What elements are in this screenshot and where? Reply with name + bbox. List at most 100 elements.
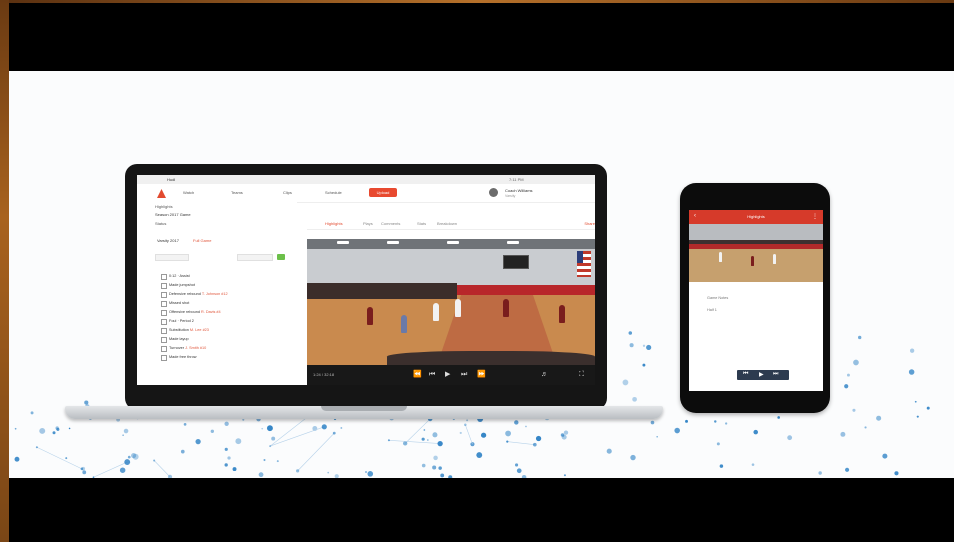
network-dot [535,435,542,442]
nav-item-clips[interactable]: Clips [283,190,292,195]
fullscreen-icon[interactable]: ⛶ [579,371,584,379]
tab-highlights[interactable]: Highlights [325,221,343,226]
tab-plays[interactable]: Plays [363,221,373,226]
list-item[interactable]: Made jumpshot [137,281,297,290]
network-dot [263,458,266,462]
event-label: Missed shot [169,301,190,305]
list-item[interactable]: Turnover J. Smith #10 [137,344,297,353]
share-icon[interactable]: ⋮ [812,213,818,220]
volume-icon[interactable]: ♬ [541,371,548,379]
network-link [404,418,431,444]
event-player-link[interactable]: T. Johnson #12 [202,292,228,296]
network-dot [845,467,850,472]
phone-screen: ‹ Highlights ⋮ Game Notes Half 1 ⏮ ▶ ⏭ [689,210,823,391]
list-item[interactable]: Foul · Period 2 [137,317,297,326]
event-subtitle[interactable]: Full Game [193,238,211,243]
list-item[interactable]: Made free throw [137,353,297,362]
event-player-link[interactable]: M. Lee #23 [190,328,209,332]
laptop-screen: Hudl 7:11 PM Watch Teams Clips Schedule … [137,175,595,385]
nav-item-schedule[interactable]: Schedule [325,190,342,195]
phone-line: Game Notes [707,296,729,300]
network-dot [127,455,131,459]
list-item[interactable]: Missed shot [137,299,297,308]
add-event-button[interactable] [277,254,285,260]
network-dot [30,411,34,415]
network-dot [68,427,71,430]
network-dot [232,467,237,472]
list-item[interactable]: Made layup [137,335,297,344]
network-dot [719,464,724,468]
network-dot [629,343,634,348]
previous-icon[interactable]: ⏮ [429,371,435,379]
play-icon[interactable]: ▶ [445,371,450,379]
event-player-link[interactable]: J. Smith #10 [185,346,206,350]
checkbox[interactable] [161,283,167,289]
status-time: 7:11 PM [509,177,524,182]
player [773,254,776,264]
field-label-game: Season 2017 Game [155,212,191,217]
network-dot [514,420,519,425]
share-link[interactable]: Share [584,221,595,226]
checkbox[interactable] [161,310,167,316]
avatar[interactable] [489,188,498,197]
logo-icon[interactable] [157,189,166,198]
previous-icon[interactable]: ⏮ [743,371,748,378]
filter-input[interactable] [155,254,189,261]
forward-icon[interactable]: ⏩ [477,371,486,379]
network-dot [525,425,527,428]
list-item[interactable]: Defensive rebound T. Johnson #12 [137,290,297,299]
player [367,307,373,325]
player [433,303,439,321]
network-dot [432,465,437,470]
network-dot [387,439,390,442]
next-icon[interactable]: ⏭ [773,371,778,378]
network-dot [119,467,126,473]
nav-item-watch[interactable]: Watch [183,190,194,195]
nav-item-teams[interactable]: Teams [231,190,243,195]
top-nav: Watch Teams Clips Schedule Upload Coach … [137,184,595,203]
wall-padding [689,244,823,249]
network-dot [269,445,272,448]
list-item[interactable]: 0:12 · Assist [137,272,297,281]
video-player[interactable]: 1:24 / 32:18 ⏪ ⏮ ▶ ⏭ ⏩ ♬ ⛶ [307,239,595,385]
checkbox[interactable] [161,346,167,352]
tab-comments[interactable]: Comments [381,221,400,226]
network-dot [630,454,636,461]
upload-button[interactable]: Upload [369,188,397,197]
network-dot [685,419,688,423]
player [751,256,754,266]
tab-stats[interactable]: Stats [417,221,426,226]
network-dot [440,473,445,478]
referee [401,315,407,333]
tab-breakdown[interactable]: Breakdown [437,221,457,226]
sort-select[interactable] [237,254,273,261]
network-dot [716,442,720,446]
checkbox[interactable] [161,328,167,334]
network-link [465,424,473,445]
list-item[interactable]: Offensive rebound R. Davis #4 [137,308,297,317]
checkbox[interactable] [161,337,167,343]
network-dot [894,471,899,476]
rewind-icon[interactable]: ⏪ [413,371,422,379]
network-link [507,441,535,445]
checkbox[interactable] [161,274,167,280]
event-label: Offensive rebound [169,310,200,314]
play-icon[interactable]: ▶ [759,371,764,378]
network-dot [258,472,264,478]
ceiling-light [337,241,349,244]
network-dot [210,429,214,433]
phone-video[interactable] [689,224,823,282]
network-dot [35,446,38,449]
list-item[interactable]: Substitution M. Lee #23 [137,326,297,335]
next-icon[interactable]: ⏭ [461,371,467,379]
network-link [388,439,441,444]
checkbox[interactable] [161,319,167,325]
back-icon[interactable]: ‹ [694,213,696,219]
event-player-link[interactable]: R. Davis #4 [201,310,221,314]
checkbox[interactable] [161,292,167,298]
network-dot [882,453,888,459]
player [559,305,565,323]
checkbox[interactable] [161,355,167,361]
checkbox[interactable] [161,301,167,307]
network-dot [563,474,566,477]
